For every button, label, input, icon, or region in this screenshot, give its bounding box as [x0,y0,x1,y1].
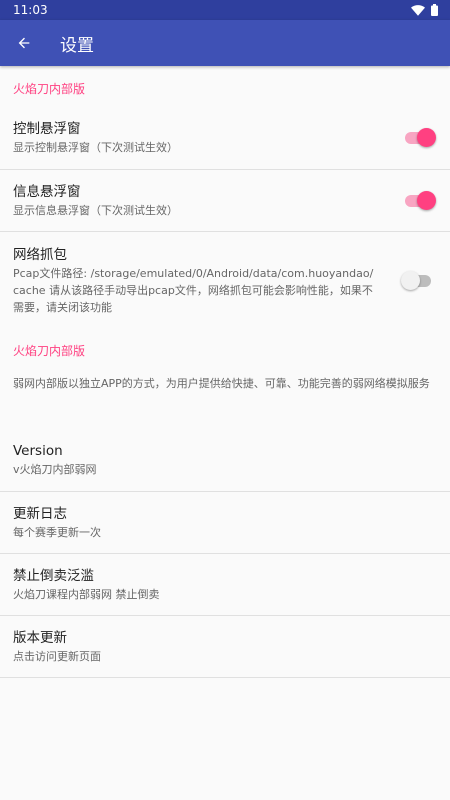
pref-changelog[interactable]: 更新日志 每个赛季更新一次 [0,492,450,553]
switch-thumb [401,271,420,290]
pref-text: 信息悬浮窗 显示信息悬浮窗（下次测试生效） [13,183,389,219]
battery-icon [431,4,438,16]
pref-summary: v火焰刀内部弱网 [13,463,97,476]
page-title: 设置 [60,35,94,56]
packet-capture-switch[interactable] [401,269,437,293]
pref-packet-capture[interactable]: 网络抓包 Pcap文件路径: /storage/emulated/0/Andro… [0,232,450,330]
settings-list: 火焰刀内部版 控制悬浮窗 显示控制悬浮窗（下次测试生效） 信息悬浮窗 显示信息悬… [0,66,450,678]
switch-thumb [417,190,436,210]
divider [0,677,450,678]
category-header-1: 火焰刀内部版 [13,82,86,96]
pref-control-float[interactable]: 控制悬浮窗 显示控制悬浮窗（下次测试生效） [0,107,450,169]
pref-no-resale[interactable]: 禁止倒卖泛滥 火焰刀课程内部弱网 禁止倒卖 [0,554,450,615]
status-time: 11:03 [13,3,48,17]
back-button[interactable] [0,20,48,66]
pref-summary: Pcap文件路径: /storage/emulated/0/Android/da… [13,267,374,314]
pref-summary: 火焰刀课程内部弱网 禁止倒卖 [13,587,160,601]
pref-version-update[interactable]: 版本更新 点击访问更新页面 [0,616,450,677]
pref-summary: 显示控制悬浮窗（下次测试生效） [13,141,178,154]
pref-text: 网络抓包 Pcap文件路径: /storage/emulated/0/Andro… [13,246,389,316]
switch-thumb [417,128,436,147]
pref-text: 控制悬浮窗 显示控制悬浮窗（下次测试生效） [13,120,389,156]
pref-text: 更新日志 每个赛季更新一次 [13,505,437,541]
pref-summary: 每个赛季更新一次 [13,525,101,539]
pref-text: 版本更新 点击访问更新页面 [13,629,437,665]
category-description: 弱网内部版以独立APP的方式，为用户提供给快捷、可靠、功能完善的弱网络模拟服务 [0,369,450,429]
pref-version[interactable]: Version v火焰刀内部弱网 [0,429,450,491]
status-bar: 11:03 [0,0,450,20]
pref-title: 网络抓包 [13,247,67,263]
arrow-back-icon [18,37,30,49]
description-text: 弱网内部版以独立APP的方式，为用户提供给快捷、可靠、功能完善的弱网络模拟服务 [13,377,430,390]
pref-summary: 显示信息悬浮窗（下次测试生效） [13,203,178,217]
pref-text: 禁止倒卖泛滥 火焰刀课程内部弱网 禁止倒卖 [13,567,437,603]
pref-title: 更新日志 [13,505,67,522]
pref-title: 禁止倒卖泛滥 [13,567,94,584]
pref-info-float[interactable]: 信息悬浮窗 显示信息悬浮窗（下次测试生效） [0,170,450,231]
pref-summary: 点击访问更新页面 [13,649,101,663]
status-icons [411,4,438,16]
control-float-switch[interactable] [401,126,437,150]
pref-title: 信息悬浮窗 [13,183,81,200]
category-header-2: 火焰刀内部版 [13,344,86,358]
pref-text: Version v火焰刀内部弱网 [13,442,437,478]
pref-title: 版本更新 [13,629,67,646]
info-float-switch[interactable] [401,189,437,213]
pref-title: 控制悬浮窗 [13,121,81,137]
wifi-icon [411,4,425,16]
pref-title: Version [13,443,63,459]
app-bar: 设置 [0,20,450,66]
